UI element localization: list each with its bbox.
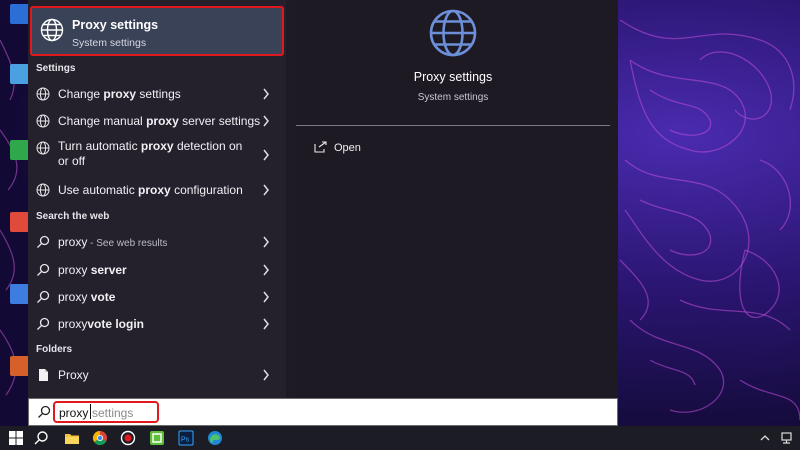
results-list: Proxy settings System settings Settings … <box>28 0 286 398</box>
result-automatic-proxy-detection[interactable]: Turn automatic proxy detection on or off <box>28 137 286 173</box>
svg-text:Ps: Ps <box>181 437 190 444</box>
search-results-panel: Proxy settings System settings Settings … <box>28 0 618 398</box>
windows-start-icon[interactable] <box>8 430 24 446</box>
search-icon <box>37 290 50 303</box>
open-label: Open <box>334 142 361 154</box>
result-label: proxy - See web results <box>58 235 168 249</box>
result-label: proxyvote login <box>58 317 145 331</box>
recycle-bin-icon[interactable] <box>10 64 30 84</box>
result-label: Change manual proxy server settings <box>58 114 261 128</box>
preview-divider <box>296 125 610 126</box>
globe-icon <box>36 87 50 101</box>
chevron-right-icon <box>263 149 269 161</box>
result-label: Proxy <box>58 368 89 382</box>
chevron-right-icon <box>263 318 269 330</box>
open-external-icon <box>314 141 327 153</box>
chevron-right-icon <box>263 88 269 100</box>
taskbar: Ps <box>0 426 800 450</box>
camtasia-icon[interactable] <box>149 430 165 446</box>
search-icon <box>37 263 50 276</box>
chevron-right-icon <box>263 291 269 303</box>
globe-icon <box>36 183 50 197</box>
globe-icon <box>429 9 477 57</box>
desktop-app-icon[interactable] <box>10 212 30 232</box>
network-icon[interactable] <box>780 430 796 446</box>
best-match-proxy-settings[interactable]: Proxy settings System settings <box>30 6 284 56</box>
preview-pane: Proxy settings System settings Open <box>296 0 618 398</box>
result-change-manual-proxy[interactable]: Change manual proxy server settings <box>28 108 286 134</box>
web-result-proxy[interactable]: proxy - See web results <box>28 229 286 255</box>
web-result-proxy-vote[interactable]: proxy vote <box>28 284 286 310</box>
section-web-label: Search the web <box>36 211 110 222</box>
chevron-right-icon <box>263 369 269 381</box>
globe-icon <box>36 114 50 128</box>
globe-icon <box>36 141 50 155</box>
photoshop-icon[interactable]: Ps <box>178 430 194 446</box>
desktop-app-icon[interactable] <box>10 356 30 376</box>
globe-icon <box>40 18 64 42</box>
search-icon <box>37 317 50 330</box>
search-input[interactable]: proxy settings <box>28 398 618 426</box>
chevron-right-icon <box>263 236 269 248</box>
result-label: proxy vote <box>58 290 116 304</box>
chevron-up-icon[interactable] <box>760 430 770 446</box>
desktop-app-icon[interactable] <box>10 140 30 160</box>
result-change-proxy-settings[interactable]: Change proxy settings <box>28 81 286 107</box>
chevron-right-icon <box>263 115 269 127</box>
result-label: Turn automatic proxy detection on or off <box>58 139 243 168</box>
result-label: Change proxy settings <box>58 87 181 101</box>
search-icon <box>37 235 50 248</box>
text-caret <box>90 404 91 419</box>
search-icon <box>38 405 51 418</box>
search-suggestion-text: settings <box>92 406 134 420</box>
section-settings-label: Settings <box>36 63 76 74</box>
search-typed-text: proxy <box>59 406 89 420</box>
web-result-proxyvote-login[interactable]: proxyvote login <box>28 311 286 337</box>
chevron-right-icon <box>263 184 269 196</box>
section-folders-label: Folders <box>36 344 73 355</box>
preview-subtitle: System settings <box>417 92 489 103</box>
chevron-right-icon <box>263 264 269 276</box>
file-explorer-icon[interactable] <box>64 430 80 446</box>
chrome-icon[interactable] <box>92 430 108 446</box>
preview-title: Proxy settings <box>413 70 493 84</box>
best-match-title: Proxy settings <box>72 18 159 32</box>
desktop-app-icon[interactable] <box>10 284 30 304</box>
search-icon[interactable] <box>33 430 49 446</box>
folder-result-proxy[interactable]: Proxy <box>28 362 286 388</box>
best-match-subtitle: System settings <box>72 37 147 49</box>
record-app-icon[interactable] <box>120 430 136 446</box>
web-result-proxy-server[interactable]: proxy server <box>28 257 286 283</box>
result-label: proxy server <box>58 263 127 277</box>
file-icon <box>39 369 48 381</box>
result-label: Use automatic proxy configuration <box>58 183 243 197</box>
edge-icon[interactable] <box>207 430 223 446</box>
desktop-app-icon[interactable] <box>10 4 30 24</box>
result-automatic-proxy-config[interactable]: Use automatic proxy configuration <box>28 177 286 203</box>
